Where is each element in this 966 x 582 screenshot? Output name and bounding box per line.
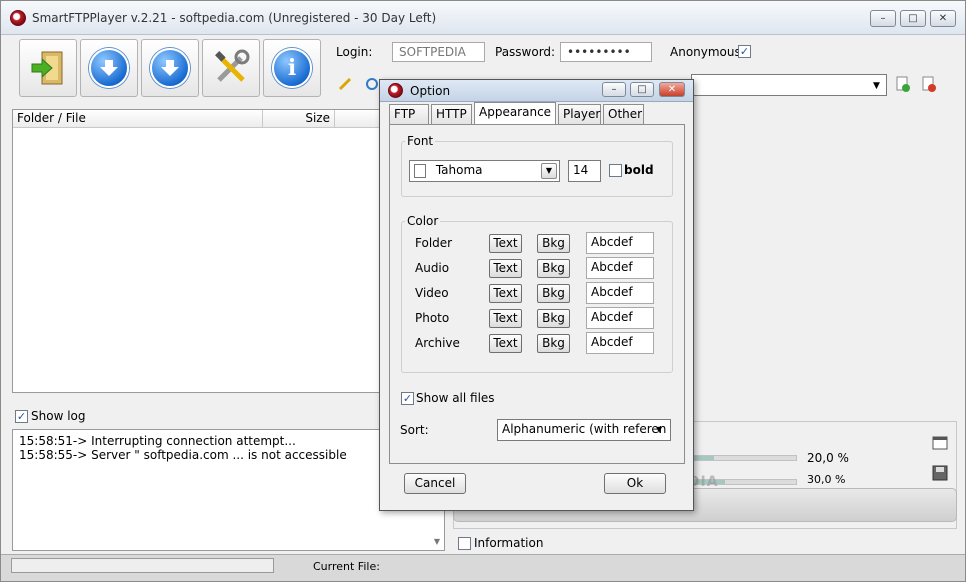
- tab-strip: FTP HTTP Appearance Player Other: [389, 102, 689, 126]
- scroll-down-icon[interactable]: ▼: [434, 537, 440, 546]
- pencil-icon[interactable]: [338, 77, 352, 91]
- color-rows: Folder Text Bkg Abcdef Audio Text Bkg Abcdef Vid…: [390, 125, 686, 385]
- maximize-button[interactable]: □: [900, 10, 926, 27]
- text-color-button[interactable]: Text: [489, 259, 522, 278]
- add-server-icon[interactable]: [896, 76, 911, 93]
- app-icon: [10, 10, 26, 26]
- chevron-down-icon[interactable]: ▼: [873, 81, 880, 91]
- dialog-title-bar: Option – □ ✕: [380, 80, 693, 102]
- title-bar: SmartFTPPlayer v.2.21 - softpedia.com (U…: [1, 1, 965, 35]
- refresh-icon[interactable]: [365, 77, 379, 91]
- background-color-button[interactable]: Bkg: [537, 334, 570, 353]
- column-header-folder[interactable]: Folder / File: [13, 110, 263, 128]
- information-label: Information: [474, 536, 544, 550]
- progress-label-1: 20,0 %: [807, 451, 849, 465]
- status-bar: Current File:: [1, 554, 965, 581]
- color-sample: Abcdef: [586, 332, 654, 354]
- connect-button[interactable]: [19, 39, 77, 97]
- close-button[interactable]: ✕: [930, 10, 956, 27]
- tab-panel-appearance: Font Tahoma ▼ 14 bold Color Folder Text Bk…: [389, 124, 685, 464]
- down-arrow-icon: [150, 48, 190, 88]
- minimize-button[interactable]: –: [870, 10, 896, 27]
- color-sample: Abcdef: [586, 232, 654, 254]
- color-sample: Abcdef: [586, 307, 654, 329]
- log-line: 15:58:51-> Interrupting connection attem…: [19, 434, 296, 448]
- background-color-button[interactable]: Bkg: [537, 309, 570, 328]
- tools-icon: [215, 49, 250, 82]
- door-arrow-icon: [31, 51, 63, 85]
- tab-http[interactable]: HTTP: [431, 104, 472, 124]
- text-color-button[interactable]: Text: [489, 284, 522, 303]
- color-sample: Abcdef: [586, 257, 654, 279]
- progress-fill: [694, 456, 715, 460]
- app-icon: [388, 83, 403, 98]
- background-color-button[interactable]: Bkg: [537, 259, 570, 278]
- dialog-title: Option: [410, 84, 451, 98]
- anonymous-label: Anonymous: [670, 45, 741, 59]
- text-color-button[interactable]: Text: [489, 309, 522, 328]
- background-color-button[interactable]: Bkg: [537, 284, 570, 303]
- text-color-button[interactable]: Text: [489, 334, 522, 353]
- anonymous-checkbox[interactable]: ✓: [738, 45, 751, 58]
- status-progress: [11, 558, 274, 573]
- show-all-files-label: Show all files: [416, 391, 495, 405]
- password-label: Password:: [495, 45, 556, 59]
- show-log-checkbox[interactable]: ✓: [15, 410, 28, 423]
- show-log-label: Show log: [31, 409, 86, 423]
- column-header-size[interactable]: Size: [263, 110, 335, 128]
- about-button[interactable]: i: [263, 39, 321, 97]
- sort-value: Alphanumeric (with referen: [502, 422, 667, 436]
- ok-button[interactable]: Ok: [604, 473, 666, 494]
- color-row-label: Archive: [415, 336, 460, 350]
- sort-label: Sort:: [400, 423, 429, 437]
- information-checkbox[interactable]: [458, 537, 471, 550]
- remove-server-icon[interactable]: [922, 76, 937, 93]
- info-icon: i: [272, 48, 312, 88]
- progress-bar-1: [693, 455, 797, 461]
- login-input[interactable]: SOFTPEDIA: [392, 42, 485, 62]
- background-color-button[interactable]: Bkg: [537, 234, 570, 253]
- color-row-label: Folder: [415, 236, 453, 250]
- address-combo[interactable]: [691, 74, 887, 96]
- current-file-label: Current File:: [313, 560, 380, 573]
- dialog-close-button[interactable]: ✕: [659, 82, 685, 97]
- download-button[interactable]: [80, 39, 138, 97]
- text-color-button[interactable]: Text: [489, 234, 522, 253]
- save-icon[interactable]: [932, 465, 948, 481]
- console-icon[interactable]: [932, 436, 948, 450]
- down-arrow-icon: [89, 48, 129, 88]
- download-all-button[interactable]: [141, 39, 199, 97]
- progress-label-2: 30,0 %: [807, 473, 846, 486]
- password-input[interactable]: •••••••••: [560, 42, 652, 62]
- dialog-maximize-button[interactable]: □: [630, 82, 654, 97]
- color-sample: Abcdef: [586, 282, 654, 304]
- dialog-minimize-button[interactable]: –: [602, 82, 626, 97]
- tab-player[interactable]: Player: [558, 104, 601, 124]
- option-dialog: Option – □ ✕ FTP HTTP Appearance Player …: [379, 79, 694, 511]
- color-row-label: Photo: [415, 311, 450, 325]
- tab-other[interactable]: Other: [603, 104, 644, 124]
- color-row-label: Audio: [415, 261, 450, 275]
- window-title: SmartFTPPlayer v.2.21 - softpedia.com (U…: [32, 11, 437, 25]
- show-all-files-checkbox[interactable]: ✓: [401, 392, 414, 405]
- log-line: 15:58:55-> Server " softpedia.com ... is…: [19, 448, 347, 462]
- sort-combo[interactable]: Alphanumeric (with referen: [497, 419, 671, 441]
- color-row-label: Video: [415, 286, 449, 300]
- cancel-button[interactable]: Cancel: [404, 473, 466, 494]
- tab-appearance[interactable]: Appearance: [474, 102, 556, 124]
- settings-button[interactable]: [202, 39, 260, 97]
- login-label: Login:: [336, 45, 373, 59]
- tab-ftp[interactable]: FTP: [389, 104, 429, 124]
- chevron-down-icon[interactable]: ▼: [656, 425, 662, 434]
